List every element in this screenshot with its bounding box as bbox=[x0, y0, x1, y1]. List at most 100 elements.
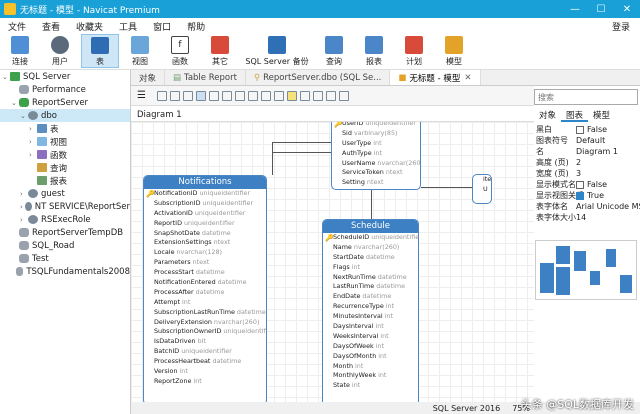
minimize-icon[interactable]: — bbox=[562, 4, 588, 15]
entity-field-row[interactable]: ActivationID uniqueidentifier bbox=[144, 209, 266, 219]
entity-field-row[interactable]: Attempt int bbox=[144, 298, 266, 308]
entity-field-row[interactable]: Month int bbox=[323, 362, 418, 372]
nav-tree-item[interactable]: › 函数 bbox=[0, 148, 130, 161]
entity-field-row[interactable]: 🔑 UserID uniqueidentifier bbox=[332, 122, 420, 129]
chevron-icon[interactable]: › bbox=[29, 138, 37, 146]
property-value[interactable]: False bbox=[574, 124, 640, 135]
menu-favorites[interactable]: 收藏夹 bbox=[68, 20, 111, 33]
checkbox[interactable] bbox=[576, 180, 584, 189]
property-value[interactable]: 3 bbox=[574, 168, 640, 179]
chevron-icon[interactable]: › bbox=[20, 190, 28, 198]
toolbar-query-button[interactable]: 查询 bbox=[315, 34, 353, 68]
entity-field-row[interactable]: ite bbox=[473, 175, 491, 185]
property-value[interactable]: Diagram 1 bbox=[574, 146, 640, 157]
chevron-icon[interactable]: › bbox=[29, 151, 37, 159]
relation-line[interactable] bbox=[272, 152, 331, 153]
eraser-tool-icon[interactable] bbox=[221, 90, 232, 101]
menu-view[interactable]: 查看 bbox=[34, 20, 68, 33]
tab-reportserver-dbo[interactable]: ⚲ ReportServer.dbo (SQL Se... bbox=[246, 70, 391, 85]
entity-field-row[interactable]: U bbox=[473, 185, 491, 195]
nav-tree-item[interactable]: › guest bbox=[0, 187, 130, 200]
property-value[interactable]: Default bbox=[574, 135, 640, 146]
add-table-icon[interactable] bbox=[234, 90, 245, 101]
tab-objects[interactable]: 对象 bbox=[131, 70, 166, 85]
property-row[interactable]: 显示模式名 False bbox=[534, 179, 640, 190]
entity-field-row[interactable]: Version int bbox=[144, 367, 266, 377]
tab-properties-diagram[interactable]: 图表 bbox=[561, 109, 589, 122]
close-tab-icon[interactable]: ✕ bbox=[464, 73, 471, 83]
close-icon[interactable]: ✕ bbox=[614, 4, 640, 15]
pointer-tool-icon[interactable] bbox=[195, 90, 206, 101]
entity-field-row[interactable]: Flags int bbox=[323, 263, 418, 273]
entity-field-row[interactable]: Parameters ntext bbox=[144, 258, 266, 268]
nav-tree-item[interactable]: TSQLFundamentals2008 bbox=[0, 265, 130, 278]
schedule-entity[interactable]: Schedule 🔑 ScheduleID uniqueidentifier Name… bbox=[322, 219, 419, 402]
relation-line[interactable] bbox=[272, 142, 273, 175]
diagram-minimap[interactable] bbox=[535, 240, 637, 300]
chevron-icon[interactable]: › bbox=[20, 216, 28, 224]
chevron-icon[interactable]: › bbox=[29, 125, 37, 133]
menu-file[interactable]: 文件 bbox=[0, 20, 34, 33]
menu-tools[interactable]: 工具 bbox=[111, 20, 145, 33]
nav-tree-item[interactable]: 报表 bbox=[0, 174, 130, 187]
entity-field-row[interactable]: Name nvarchar(260) bbox=[323, 243, 418, 253]
entity-field-row[interactable]: Locale nvarchar(128) bbox=[144, 248, 266, 258]
entity-field-row[interactable]: Sid varbinary(85) bbox=[332, 129, 420, 139]
nav-tree-item[interactable]: › RSExecRole bbox=[0, 213, 130, 226]
entity-field-row[interactable]: 🔑 NotificationID uniqueidentifier bbox=[144, 189, 266, 199]
toolbar-view-button[interactable]: 视图 bbox=[121, 34, 159, 68]
property-row[interactable]: 表字体名 Arial Unicode MS bbox=[534, 201, 640, 212]
property-value[interactable]: 14 bbox=[574, 212, 640, 223]
nav-tree-item[interactable]: › NT SERVICE\ReportSer bbox=[0, 200, 130, 213]
chevron-icon[interactable]: ⌄ bbox=[2, 73, 10, 81]
entity-field-row[interactable]: LastRunTime datetime bbox=[323, 282, 418, 292]
nav-tree-item[interactable]: ReportServerTempDB bbox=[0, 226, 130, 239]
entity-field-row[interactable]: SnapShotDate datetime bbox=[144, 229, 266, 239]
tab-properties-model[interactable]: 模型 bbox=[588, 109, 615, 122]
entity-field-row[interactable]: ExtensionSettings ntext bbox=[144, 238, 266, 248]
entity-field-row[interactable]: StartDate datetime bbox=[323, 253, 418, 263]
relation-line[interactable] bbox=[421, 187, 472, 188]
toolbar-other-button[interactable]: 其它 bbox=[201, 34, 239, 68]
nav-tree-item[interactable]: Test bbox=[0, 252, 130, 265]
nav-tree-item[interactable]: SQL_Road bbox=[0, 239, 130, 252]
property-row[interactable]: 图表符号 Default bbox=[534, 135, 640, 146]
property-value[interactable]: Arial Unicode MS bbox=[574, 201, 640, 212]
partial-entity[interactable]: ite U bbox=[472, 174, 492, 204]
toolbar-report-button[interactable]: 报表 bbox=[355, 34, 393, 68]
nav-tree-item[interactable]: ⌄ ReportServer bbox=[0, 96, 130, 109]
tab-properties-objects[interactable]: 对象 bbox=[534, 109, 561, 122]
entity-field-row[interactable]: ReportZone int bbox=[144, 377, 266, 387]
notifications-entity[interactable]: Notifications 🔑 NotificationID uniqueident… bbox=[143, 175, 267, 402]
image-tool-icon[interactable] bbox=[299, 90, 310, 101]
toolbar-connect-button[interactable]: 连接 bbox=[1, 34, 39, 68]
menu-hamburger-icon[interactable]: ☰ bbox=[137, 90, 146, 101]
entity-field-row[interactable]: ReportID uniqueidentifier bbox=[144, 219, 266, 229]
shape-tool-icon[interactable] bbox=[325, 90, 336, 101]
chevron-icon[interactable]: ⌄ bbox=[11, 99, 19, 107]
entity-field-row[interactable]: IsDataDriven bit bbox=[144, 337, 266, 347]
entity-field-row[interactable]: DaysOfMonth int bbox=[323, 352, 418, 362]
entity-field-row[interactable]: DaysInterval int bbox=[323, 322, 418, 332]
entity-field-row[interactable]: SubscriptionLastRunTime datetime bbox=[144, 308, 266, 318]
text-tool-icon[interactable] bbox=[273, 90, 284, 101]
property-row[interactable]: 黑白 False bbox=[534, 124, 640, 135]
entity-field-row[interactable]: ProcessStart datetime bbox=[144, 268, 266, 278]
print-icon[interactable] bbox=[169, 90, 180, 101]
tab-table-report[interactable]: ▤ Table Report bbox=[165, 70, 246, 85]
toolbar-model-button[interactable]: 模型 bbox=[435, 34, 473, 68]
nav-tree-item[interactable]: Performance bbox=[0, 83, 130, 96]
nav-tree-item[interactable]: 查询 bbox=[0, 161, 130, 174]
property-value[interactable]: 2 bbox=[574, 157, 640, 168]
relation-tool-icon[interactable] bbox=[260, 90, 271, 101]
property-value[interactable]: False bbox=[574, 179, 640, 190]
export-icon[interactable] bbox=[182, 90, 193, 101]
menu-window[interactable]: 窗口 bbox=[145, 20, 179, 33]
chevron-icon[interactable]: ⌄ bbox=[20, 112, 28, 120]
hand-tool-icon[interactable] bbox=[208, 90, 219, 101]
property-value[interactable]: True bbox=[574, 190, 640, 201]
entity-field-row[interactable]: BatchID uniqueidentifier bbox=[144, 347, 266, 357]
entity-field-row[interactable]: DeliveryExtension nvarchar(260) bbox=[144, 318, 266, 328]
entity-field-row[interactable]: SubscriptionID uniqueidentifier bbox=[144, 199, 266, 209]
nav-tree-item[interactable]: ⌄ SQL Server bbox=[0, 70, 130, 83]
